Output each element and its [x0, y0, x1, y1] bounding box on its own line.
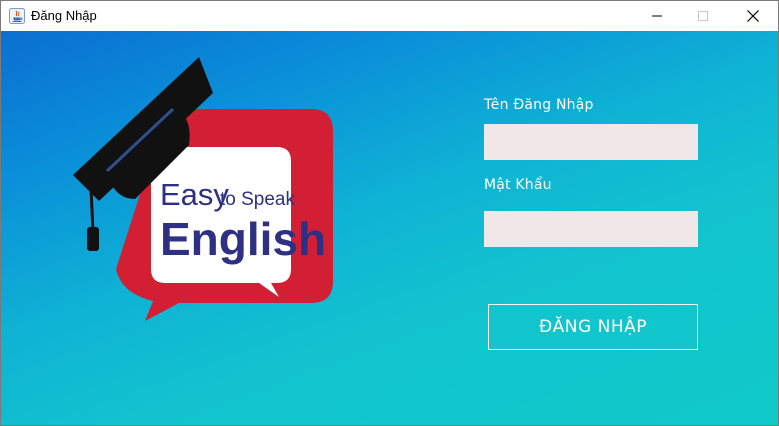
login-panel: Easy to Speak English Tên Đăng Nhập Mật …: [1, 31, 778, 425]
logo-word-to-speak: to Speak: [220, 189, 295, 210]
close-icon: [747, 10, 759, 22]
username-label: Tên Đăng Nhập: [484, 97, 594, 113]
minimize-icon: [652, 15, 662, 17]
title-bar[interactable]: Đăng Nhập: [1, 1, 778, 31]
maximize-button[interactable]: [680, 1, 726, 31]
password-input[interactable]: [484, 211, 698, 247]
logo-word-easy: Easy: [160, 177, 229, 212]
close-button[interactable]: [730, 1, 776, 31]
window-title: Đăng Nhập: [31, 8, 97, 23]
java-app-icon: [9, 8, 25, 24]
password-label: Mật Khẩu: [484, 177, 552, 193]
login-button[interactable]: ĐĂNG NHẬP: [488, 304, 698, 350]
username-input[interactable]: [484, 124, 698, 160]
minimize-button[interactable]: [634, 1, 680, 31]
easy-to-speak-english-logo: Easy to Speak English: [73, 57, 333, 321]
login-window: Đăng Nhập Easy to Speak English Tên Đăng…: [0, 0, 779, 426]
maximize-icon: [698, 11, 708, 21]
logo-word-english: English: [160, 213, 326, 265]
